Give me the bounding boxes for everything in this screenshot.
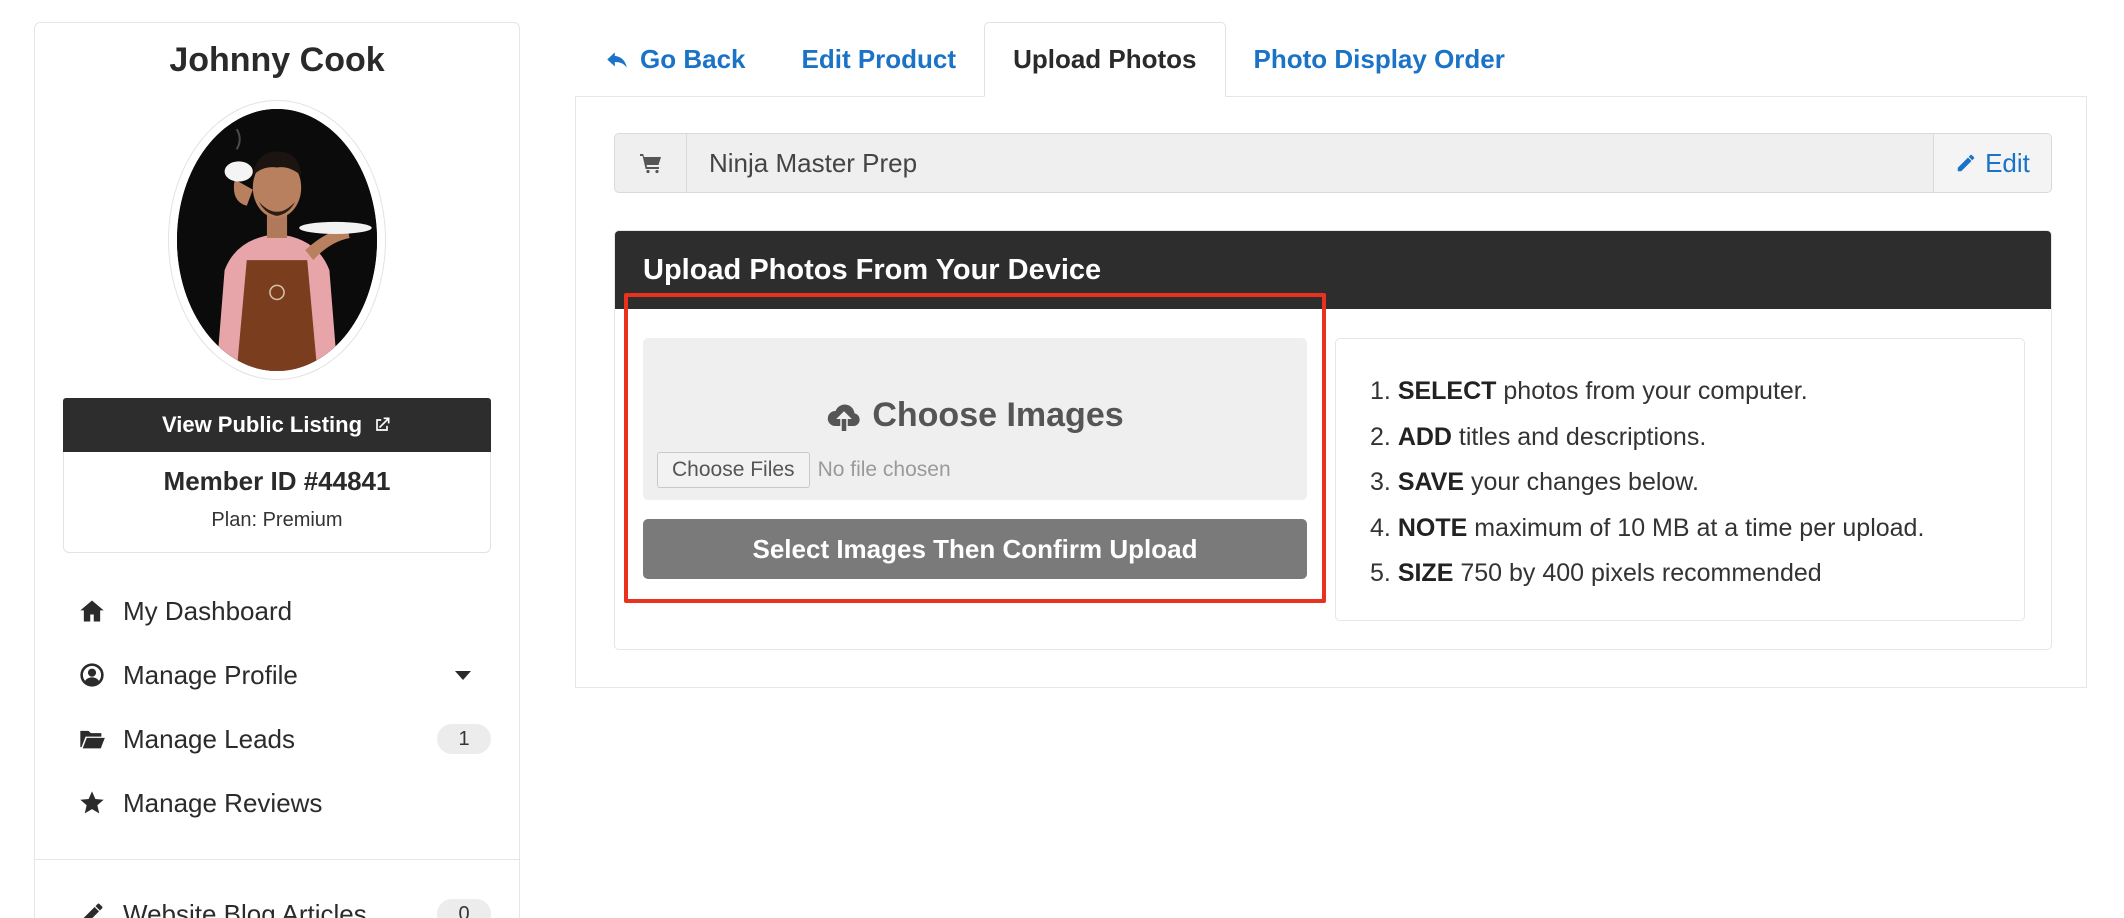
sidebar-item-blog-articles[interactable]: Website Blog Articles 0 [35,882,519,918]
product-bar: Ninja Master Prep Edit [614,133,2052,193]
sidebar-item-manage-reviews[interactable]: Manage Reviews [35,771,519,835]
nav-divider [35,859,519,860]
sidebar-item-manage-profile[interactable]: Manage Profile [35,643,519,707]
instruction-step: 5. SIZE 750 by 400 pixels recommended [1370,559,1822,587]
avatar-frame [168,100,386,380]
tab-upload-photos[interactable]: Upload Photos [984,22,1226,97]
pencil-icon [77,899,107,918]
instruction-step: 3. SAVE your changes below. [1370,468,1699,496]
chevron-down-icon[interactable] [455,670,471,680]
home-icon [77,596,107,626]
sidebar-item-label: Manage Profile [123,659,298,690]
edit-label: Edit [1985,147,2030,178]
upload-card: Upload Photos From Your Device Choose Im… [614,230,2052,650]
star-icon [77,788,107,818]
tab-label: Photo Display Order [1253,44,1505,74]
leads-count-badge: 1 [437,724,491,754]
instruction-step: 2. ADD titles and descriptions. [1370,422,1707,451]
tab-edit-product[interactable]: Edit Product [774,22,985,97]
view-public-listing-label: View Public Listing [161,412,363,437]
reply-arrow-icon [607,51,627,68]
tab-label: Upload Photos [1013,44,1197,74]
instruction-step: 4. NOTE maximum of 10 MB at a time per u… [1370,513,1925,542]
membership-plan: Plan: Premium [211,509,343,531]
sidebar-item-label: Manage Reviews [123,787,323,818]
tab-label: Go Back [640,44,746,74]
avatar-photo [177,109,377,371]
external-link-icon [376,417,390,431]
pencil-icon [1957,154,1975,172]
blog-count-badge: 0 [437,899,491,918]
upload-instructions: 1. SELECT photos from your computer. 2. … [1335,338,2025,621]
cart-addon [615,134,687,192]
shopping-cart-icon [639,154,661,174]
upload-photos-panel: Ninja Master Prep Edit Upload Photos Fro… [575,96,2087,688]
sidebar-item-label: Manage Leads [123,723,296,754]
sidebar-item-my-dashboard[interactable]: My Dashboard [35,579,519,643]
sidebar-nav: My Dashboard Manage Profile Manage Leads… [35,579,519,918]
member-sidebar: Johnny Cook View Public Listing Member I… [34,22,520,918]
tab-go-back[interactable]: Go Back [576,22,774,97]
tab-label: Edit Product [801,44,957,74]
user-circle-icon [77,660,107,690]
sidebar-item-label: Website Blog Articles [123,898,367,918]
sidebar-item-label: My Dashboard [123,595,293,626]
edit-product-button[interactable]: Edit [1933,134,2051,192]
avatar[interactable] [177,109,377,371]
highlight-box [624,293,1326,603]
tab-photo-display-order[interactable]: Photo Display Order [1226,22,1533,97]
member-id: Member ID #44841 [163,466,391,496]
member-info-box: Member ID #44841 Plan: Premium [63,452,491,553]
sidebar-item-manage-leads[interactable]: Manage Leads 1 [35,707,519,771]
product-tabs: Go Back Edit Product Upload Photos Photo… [576,22,1533,97]
member-name: Johnny Cook [169,41,385,79]
folder-open-icon [77,724,107,754]
view-public-listing-button[interactable]: View Public Listing [63,398,491,452]
instruction-list: 1. SELECT photos from your computer. 2. … [1370,369,2024,597]
product-name: Ninja Master Prep [709,147,918,178]
instruction-step: 1. SELECT photos from your computer. [1370,377,1808,405]
